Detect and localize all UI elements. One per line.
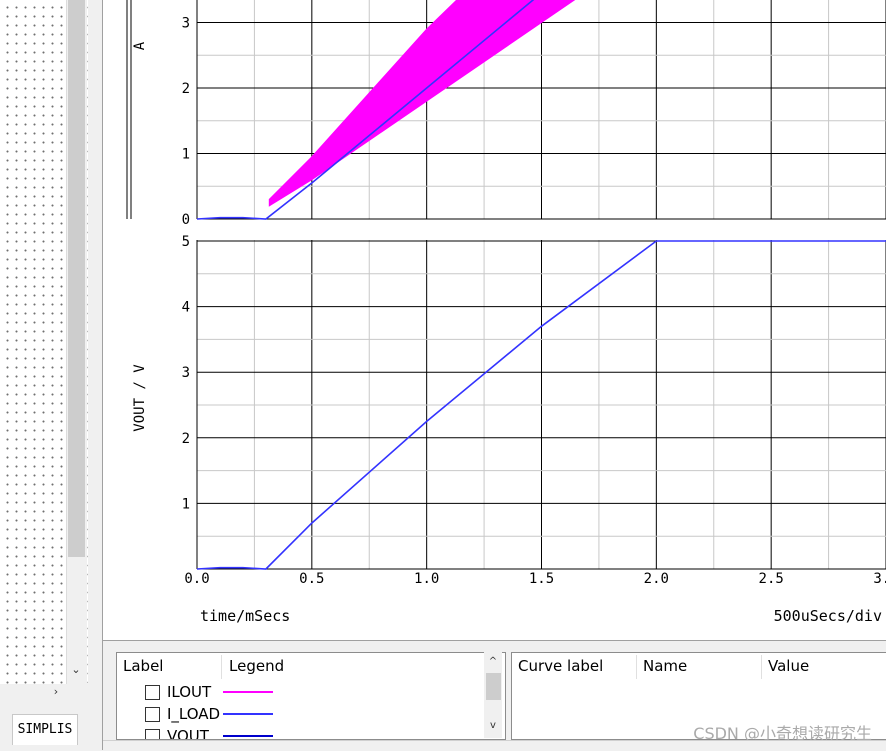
y-tick-label: 2 bbox=[182, 81, 190, 97]
y-axis-label: A bbox=[132, 41, 148, 50]
vout-checkbox[interactable] bbox=[145, 729, 160, 739]
schematic-scroll-thumb[interactable] bbox=[68, 0, 85, 557]
y-tick-label: 1 bbox=[182, 147, 190, 163]
scroll-up-icon[interactable]: ^ bbox=[484, 653, 502, 671]
legend-swatch bbox=[223, 691, 273, 693]
scroll-down-icon[interactable]: v bbox=[484, 717, 502, 735]
legend-swatch bbox=[223, 713, 273, 715]
legend-scroll-thumb[interactable] bbox=[486, 673, 501, 700]
x-tick-label: 2.0 bbox=[644, 571, 669, 587]
x-tick-label: 0.0 bbox=[184, 571, 209, 587]
y-tick-label: 2 bbox=[182, 431, 190, 447]
column-separator bbox=[221, 655, 222, 679]
x-tick-label: 0.5 bbox=[299, 571, 324, 587]
scroll-down-icon[interactable]: ⌄ bbox=[66, 658, 86, 682]
legend-column-label: Label bbox=[123, 657, 164, 675]
ilout-checkbox[interactable] bbox=[145, 685, 160, 700]
y-tick-label: 3 bbox=[182, 365, 190, 381]
column-separator bbox=[636, 655, 637, 679]
x-tick-label: 3.0 bbox=[873, 571, 886, 587]
tab-simplis[interactable]: SIMPLIS bbox=[12, 714, 78, 745]
i-load-checkbox[interactable] bbox=[145, 707, 160, 722]
legend-item-label: ILOUT bbox=[167, 683, 212, 701]
y-tick-label: 3 bbox=[182, 16, 190, 32]
column-separator bbox=[761, 655, 762, 679]
y-axis-label: VOUT / V bbox=[132, 364, 148, 432]
x-tick-label: 1.0 bbox=[414, 571, 439, 587]
panel-splitter[interactable] bbox=[88, 0, 103, 750]
curve-column-value: Value bbox=[768, 657, 810, 675]
scroll-right-icon[interactable]: › bbox=[46, 684, 66, 700]
curve-column-curve-label: Curve label bbox=[518, 657, 604, 675]
legend-swatch bbox=[223, 735, 273, 737]
legend-panel: Label Legend ILOUT I_LOAD VOUT bbox=[116, 652, 506, 740]
x-tick-label: 2.5 bbox=[759, 571, 784, 587]
x-scale-label: 500uSecs/div bbox=[774, 607, 882, 625]
legend-item-label: I_LOAD bbox=[167, 705, 221, 723]
ilout-band bbox=[268, 0, 576, 207]
y-tick-label: 0 bbox=[182, 212, 190, 228]
status-strip bbox=[103, 740, 886, 751]
legend-item-label: VOUT bbox=[167, 727, 209, 740]
y-tick-label: 1 bbox=[182, 496, 190, 512]
x-tick-label: 1.5 bbox=[529, 571, 554, 587]
curve-column-name: Name bbox=[643, 657, 688, 675]
waveform-chart: 0 1 2 3 1 2 3 4 5 0.0 0.5 1.0 1.5 2.0 2.5 3.0 A VOUT / V t… bbox=[126, 0, 886, 625]
y-tick-label: 5 bbox=[182, 234, 190, 250]
x-axis-label: time/mSecs bbox=[200, 607, 290, 625]
legend-column-legend: Legend bbox=[229, 657, 285, 675]
waveform-viewer[interactable]: 0 1 2 3 1 2 3 4 5 0.0 0.5 1.0 1.5 2.0 2.5 3.0 A VOUT / V t… bbox=[103, 0, 886, 640]
bottom-grid bbox=[196, 240, 886, 570]
y-tick-label: 4 bbox=[182, 300, 190, 316]
